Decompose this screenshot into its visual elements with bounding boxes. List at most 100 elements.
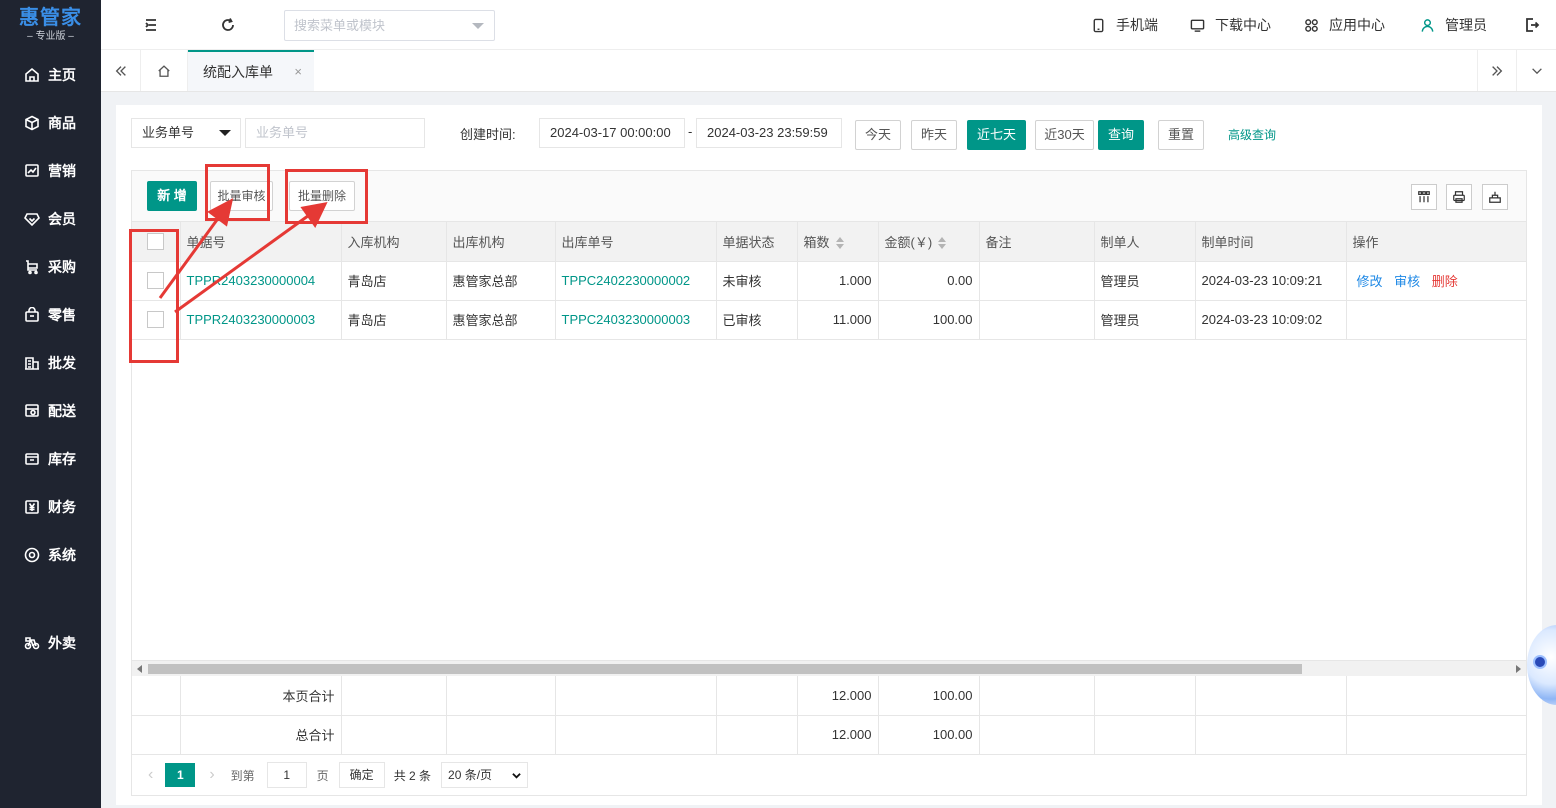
page-total-row: 本页合计 12.000 100.00 bbox=[132, 676, 1527, 716]
page-total-label: 本页合计 bbox=[180, 676, 342, 716]
scroll-left-arrow-icon[interactable] bbox=[137, 665, 142, 673]
header-out-number: 出库单号 bbox=[555, 222, 717, 262]
sidebar-item-retail[interactable]: 零售 bbox=[0, 291, 101, 339]
mobile-link[interactable]: 手机端 bbox=[1091, 0, 1158, 50]
goto-confirm-button[interactable]: 确定 bbox=[338, 762, 385, 788]
download-center-link[interactable]: 下载中心 bbox=[1190, 0, 1271, 50]
sidebar-item-home[interactable]: 主页 bbox=[0, 51, 101, 99]
tab-distribution-inbound[interactable]: 统配入库单 × bbox=[188, 50, 314, 91]
sidebar-item-takeout[interactable]: 外卖 bbox=[0, 619, 101, 667]
out-number-link[interactable]: TPPC2403230000003 bbox=[555, 300, 717, 340]
bag-icon bbox=[25, 307, 39, 322]
row-checkbox[interactable] bbox=[147, 311, 165, 329]
doc-number-link[interactable]: TPPR2403230000003 bbox=[180, 300, 342, 340]
yesterday-button[interactable]: 昨天 bbox=[911, 120, 957, 150]
table-header-row: 单据号 入库机构 出库机构 出库单号 单据状态 箱数 金额(￥) 备注 制单人 … bbox=[132, 222, 1527, 262]
prev-page-icon[interactable]: ‹ bbox=[148, 766, 153, 784]
sidebar-item-inventory[interactable]: 库存 bbox=[0, 435, 101, 483]
today-button[interactable]: 今天 bbox=[855, 120, 901, 150]
goto-page-input[interactable]: 1 bbox=[266, 762, 307, 788]
remark-cell bbox=[979, 261, 1095, 301]
field-select[interactable]: 业务单号 bbox=[131, 118, 241, 148]
page-total-amount: 100.00 bbox=[878, 676, 980, 716]
maker-cell: 管理员 bbox=[1094, 300, 1196, 340]
status-cell: 未审核 bbox=[716, 261, 798, 301]
logout-button[interactable] bbox=[1522, 15, 1542, 35]
export-button[interactable] bbox=[1482, 184, 1508, 210]
in-org-cell: 青岛店 bbox=[341, 261, 447, 301]
doc-number-input[interactable]: 业务单号 bbox=[245, 118, 425, 148]
menu-toggle-button[interactable] bbox=[141, 15, 161, 35]
tabs-menu-button[interactable] bbox=[1517, 50, 1556, 91]
sidebar-item-label: 零售 bbox=[48, 307, 76, 323]
last-7-days-button[interactable]: 近七天 bbox=[967, 120, 1026, 150]
batch-audit-button[interactable]: 批量审核 bbox=[210, 181, 273, 211]
add-button[interactable]: 新 增 bbox=[147, 181, 197, 211]
goto-label: 到第 bbox=[230, 768, 255, 783]
sidebar-item-finance[interactable]: 财务 bbox=[0, 483, 101, 531]
start-date-input[interactable]: 2024-03-17 00:00:00 bbox=[539, 118, 685, 148]
sort-icon[interactable] bbox=[938, 237, 947, 250]
close-icon[interactable]: × bbox=[294, 64, 302, 79]
row-checkbox[interactable] bbox=[147, 272, 165, 290]
query-button[interactable]: 查询 bbox=[1098, 120, 1144, 150]
batch-delete-button[interactable]: 批量删除 bbox=[289, 181, 355, 211]
diamond-icon bbox=[24, 213, 40, 227]
sort-icon[interactable] bbox=[835, 237, 844, 250]
next-page-icon[interactable]: › bbox=[209, 766, 214, 784]
refresh-button[interactable] bbox=[218, 15, 238, 35]
sidebar-item-members[interactable]: 会员 bbox=[0, 195, 101, 243]
sidebar-item-products[interactable]: 商品 bbox=[0, 99, 101, 147]
menu-search-input[interactable]: 搜索菜单或模块 bbox=[284, 10, 495, 41]
horizontal-scrollbar[interactable] bbox=[132, 660, 1526, 676]
header-amount-label: 金额(￥) bbox=[884, 234, 933, 250]
page-size-select[interactable]: 20 条/页 bbox=[441, 762, 529, 788]
page-current-button[interactable]: 1 bbox=[165, 763, 196, 787]
sidebar-item-system[interactable]: 系统 bbox=[0, 531, 101, 579]
boxes-cell: 11.000 bbox=[797, 300, 879, 340]
delete-link[interactable]: 删除 bbox=[1432, 274, 1458, 289]
chevron-down-icon bbox=[472, 23, 484, 29]
pagination: ‹ 1 › 到第 1 页 确定 共 2 条 20 条/页 bbox=[132, 754, 1526, 796]
sidebar-item-distribution[interactable]: 配送 bbox=[0, 387, 101, 435]
reset-button[interactable]: 重置 bbox=[1158, 120, 1204, 150]
edit-link[interactable]: 修改 bbox=[1357, 274, 1383, 289]
grand-total-amount: 100.00 bbox=[878, 715, 980, 755]
advanced-query-link[interactable]: 高级查询 bbox=[1228, 126, 1276, 143]
out-number-link[interactable]: TPPC2402230000002 bbox=[555, 261, 717, 301]
app-center-link[interactable]: 应用中心 bbox=[1304, 0, 1385, 50]
select-all-checkbox[interactable] bbox=[147, 232, 165, 250]
data-table: 单据号 入库机构 出库机构 出库单号 单据状态 箱数 金额(￥) 备注 制单人 … bbox=[132, 222, 1527, 340]
tab-home[interactable] bbox=[141, 50, 188, 91]
empty-cell bbox=[1346, 715, 1527, 755]
sidebar-item-marketing[interactable]: 营销 bbox=[0, 147, 101, 195]
empty-cell bbox=[1346, 676, 1527, 716]
last-30-days-button[interactable]: 近30天 bbox=[1035, 120, 1094, 150]
tabs-scroll-right-button[interactable] bbox=[1477, 50, 1517, 91]
sidebar-item-label: 会员 bbox=[48, 211, 76, 227]
scrollbar-thumb[interactable] bbox=[148, 664, 1302, 674]
header-remark: 备注 bbox=[979, 222, 1095, 262]
sidebar-item-label: 外卖 bbox=[48, 635, 76, 651]
sidebar-item-purchase[interactable]: 采购 bbox=[0, 243, 101, 291]
header-make-time: 制单时间 bbox=[1195, 222, 1347, 262]
grand-total-row: 总合计 12.000 100.00 bbox=[132, 715, 1527, 755]
totals-table: 本页合计 12.000 100.00 总合计 12.000 100.00 bbox=[132, 676, 1527, 755]
tab-label: 统配入库单 bbox=[203, 63, 273, 80]
header-amount[interactable]: 金额(￥) bbox=[878, 222, 980, 262]
print-button[interactable] bbox=[1446, 184, 1472, 210]
end-date-input[interactable]: 2024-03-23 23:59:59 bbox=[696, 118, 842, 148]
audit-link[interactable]: 审核 bbox=[1394, 274, 1420, 289]
empty-cell bbox=[341, 676, 447, 716]
columns-button[interactable] bbox=[1411, 184, 1437, 210]
tabs-scroll-left-button[interactable] bbox=[101, 50, 141, 91]
header-boxes[interactable]: 箱数 bbox=[797, 222, 879, 262]
header-in-org: 入库机构 bbox=[341, 222, 447, 262]
scroll-right-arrow-icon[interactable] bbox=[1516, 665, 1521, 673]
sidebar-item-wholesale[interactable]: 批发 bbox=[0, 339, 101, 387]
user-menu[interactable]: 管理员 bbox=[1420, 0, 1487, 50]
caret-down-icon bbox=[219, 130, 231, 136]
sidebar-item-label: 配送 bbox=[48, 403, 76, 419]
date-separator: - bbox=[688, 124, 693, 139]
doc-number-link[interactable]: TPPR2403230000004 bbox=[180, 261, 342, 301]
